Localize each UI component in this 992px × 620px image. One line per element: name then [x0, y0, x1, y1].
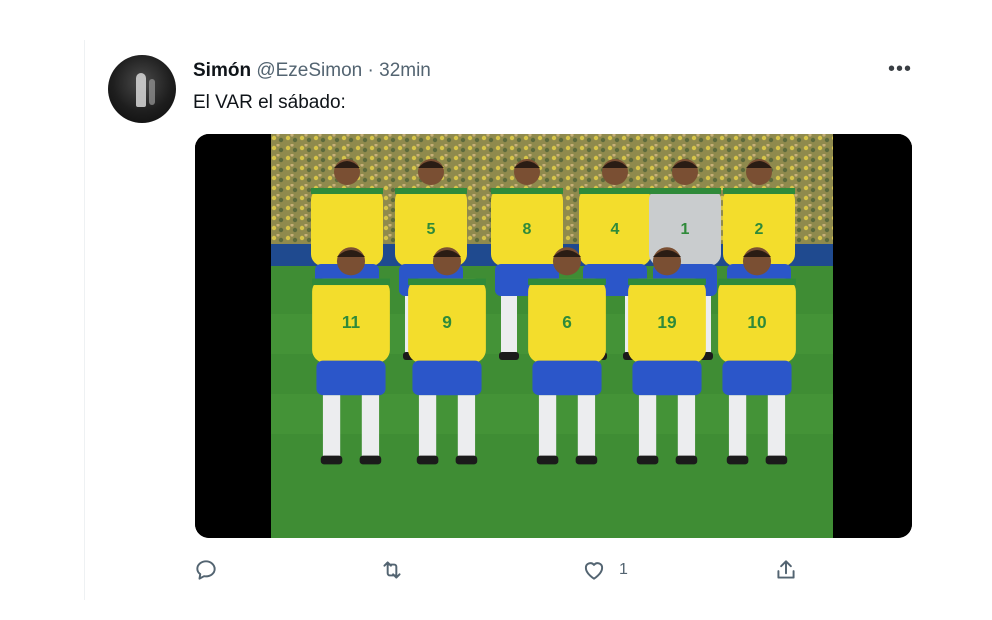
retweet-button[interactable] — [379, 552, 405, 588]
share-icon — [777, 560, 795, 579]
front-row-player-2-number: 9 — [442, 312, 452, 332]
avatar[interactable] — [108, 55, 176, 123]
like-button[interactable]: 1 — [581, 552, 628, 588]
author-name[interactable]: Simón — [193, 60, 251, 81]
author-handle[interactable]: @EzeSimon — [256, 60, 362, 81]
tweet-header: Simón @EzeSimon · 32min — [193, 60, 431, 82]
front-row-player-3-number: 6 — [562, 312, 572, 332]
front-row-player-5-number: 10 — [747, 312, 766, 332]
tweet-media[interactable]: 5 8 4 1 2 11 9 6 19 10 — [195, 134, 912, 538]
like-count: 1 — [619, 561, 628, 578]
divider — [84, 40, 85, 600]
back-row-player-5-number: 1 — [681, 221, 690, 238]
page: Simón @EzeSimon · 32min ••• El VAR el sá… — [0, 0, 992, 620]
front-row-player-1-number: 11 — [342, 312, 361, 332]
back-row-player-3-number: 8 — [523, 221, 532, 238]
more-options-icon[interactable]: ••• — [885, 58, 915, 80]
reply-icon — [196, 560, 216, 580]
front-row-player-4-number: 19 — [657, 312, 676, 332]
tweet-actions: 1 — [193, 552, 813, 592]
tweet-card[interactable]: Simón @EzeSimon · 32min ••• El VAR el sá… — [105, 52, 925, 602]
back-row-player-6-number: 2 — [755, 221, 764, 238]
tweet-time[interactable]: 32min — [379, 60, 431, 81]
retweet-icon — [383, 561, 401, 579]
tweet-text: El VAR el sábado: — [193, 92, 346, 113]
back-row-player-4-number: 4 — [611, 221, 620, 238]
header-separator: · — [367, 60, 374, 81]
team-photo-image: 5 8 4 1 2 11 9 6 19 10 — [195, 134, 912, 538]
heart-icon — [584, 562, 604, 580]
avatar-figure-shadow — [149, 79, 155, 105]
back-row-player-2-number: 5 — [427, 221, 436, 238]
share-button[interactable] — [773, 552, 799, 588]
reply-button[interactable] — [193, 552, 219, 588]
avatar-figure — [136, 73, 146, 107]
